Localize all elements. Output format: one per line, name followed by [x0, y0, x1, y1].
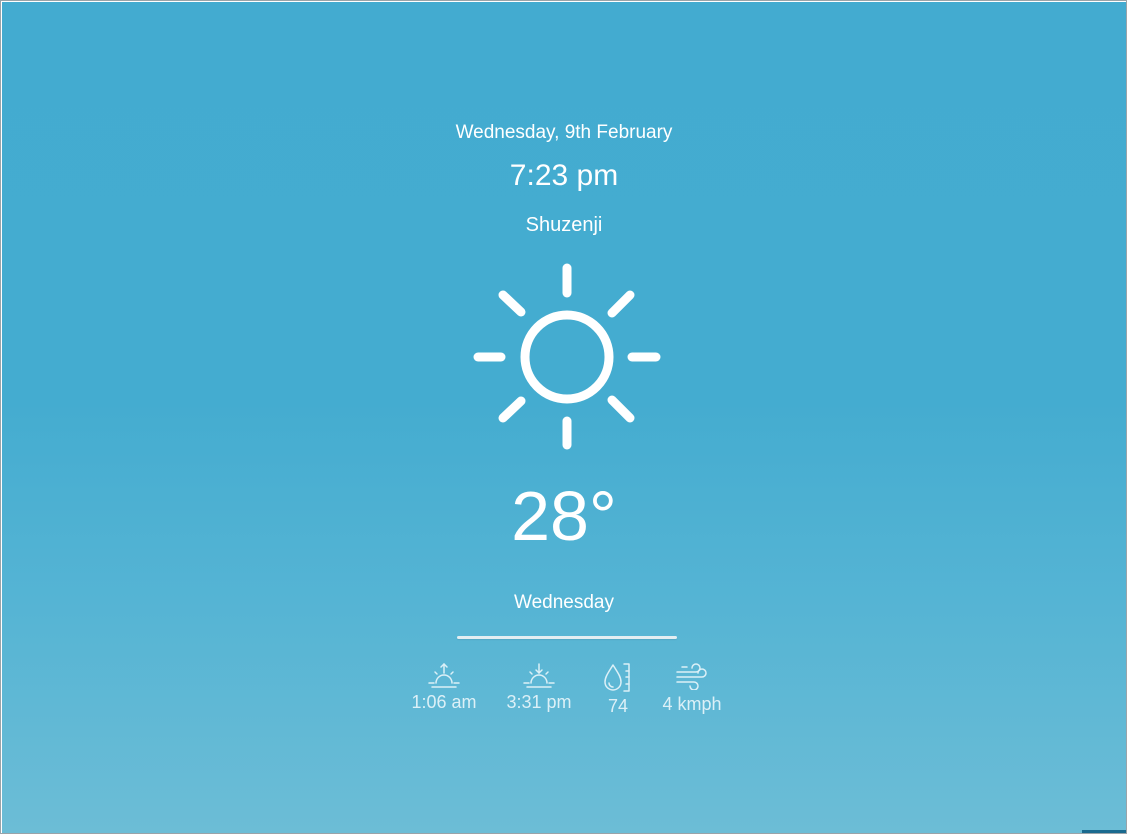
wind-stat: 4 kmph: [647, 662, 737, 715]
current-time: 7:23 pm: [509, 159, 619, 192]
sunset-stat: 3:31 pm: [494, 662, 584, 713]
sun-icon: [473, 263, 661, 450]
current-date: Wednesday, 9th February: [455, 122, 673, 143]
sunrise-stat: 1:06 am: [399, 662, 489, 713]
weather-panel: Wednesday, 9th February 7:23 pm Shuzenji…: [2, 2, 1126, 833]
divider: [457, 636, 677, 639]
sunrise-icon: [428, 662, 460, 688]
wind-icon: [676, 663, 707, 690]
location-name: Shuzenji: [525, 214, 603, 236]
current-temperature: 28°: [511, 477, 617, 555]
sunset-time: 3:31 pm: [506, 692, 572, 712]
wind-speed: 4 kmph: [662, 694, 722, 714]
current-day: Wednesday: [514, 592, 614, 613]
sunset-icon: [523, 663, 555, 688]
humidity-icon: [604, 663, 630, 692]
browser-window: Wednesday, 9th February 7:23 pm Shuzenji…: [0, 0, 1127, 834]
taskbar-edge: [1082, 830, 1126, 833]
sunrise-time: 1:06 am: [411, 692, 477, 712]
